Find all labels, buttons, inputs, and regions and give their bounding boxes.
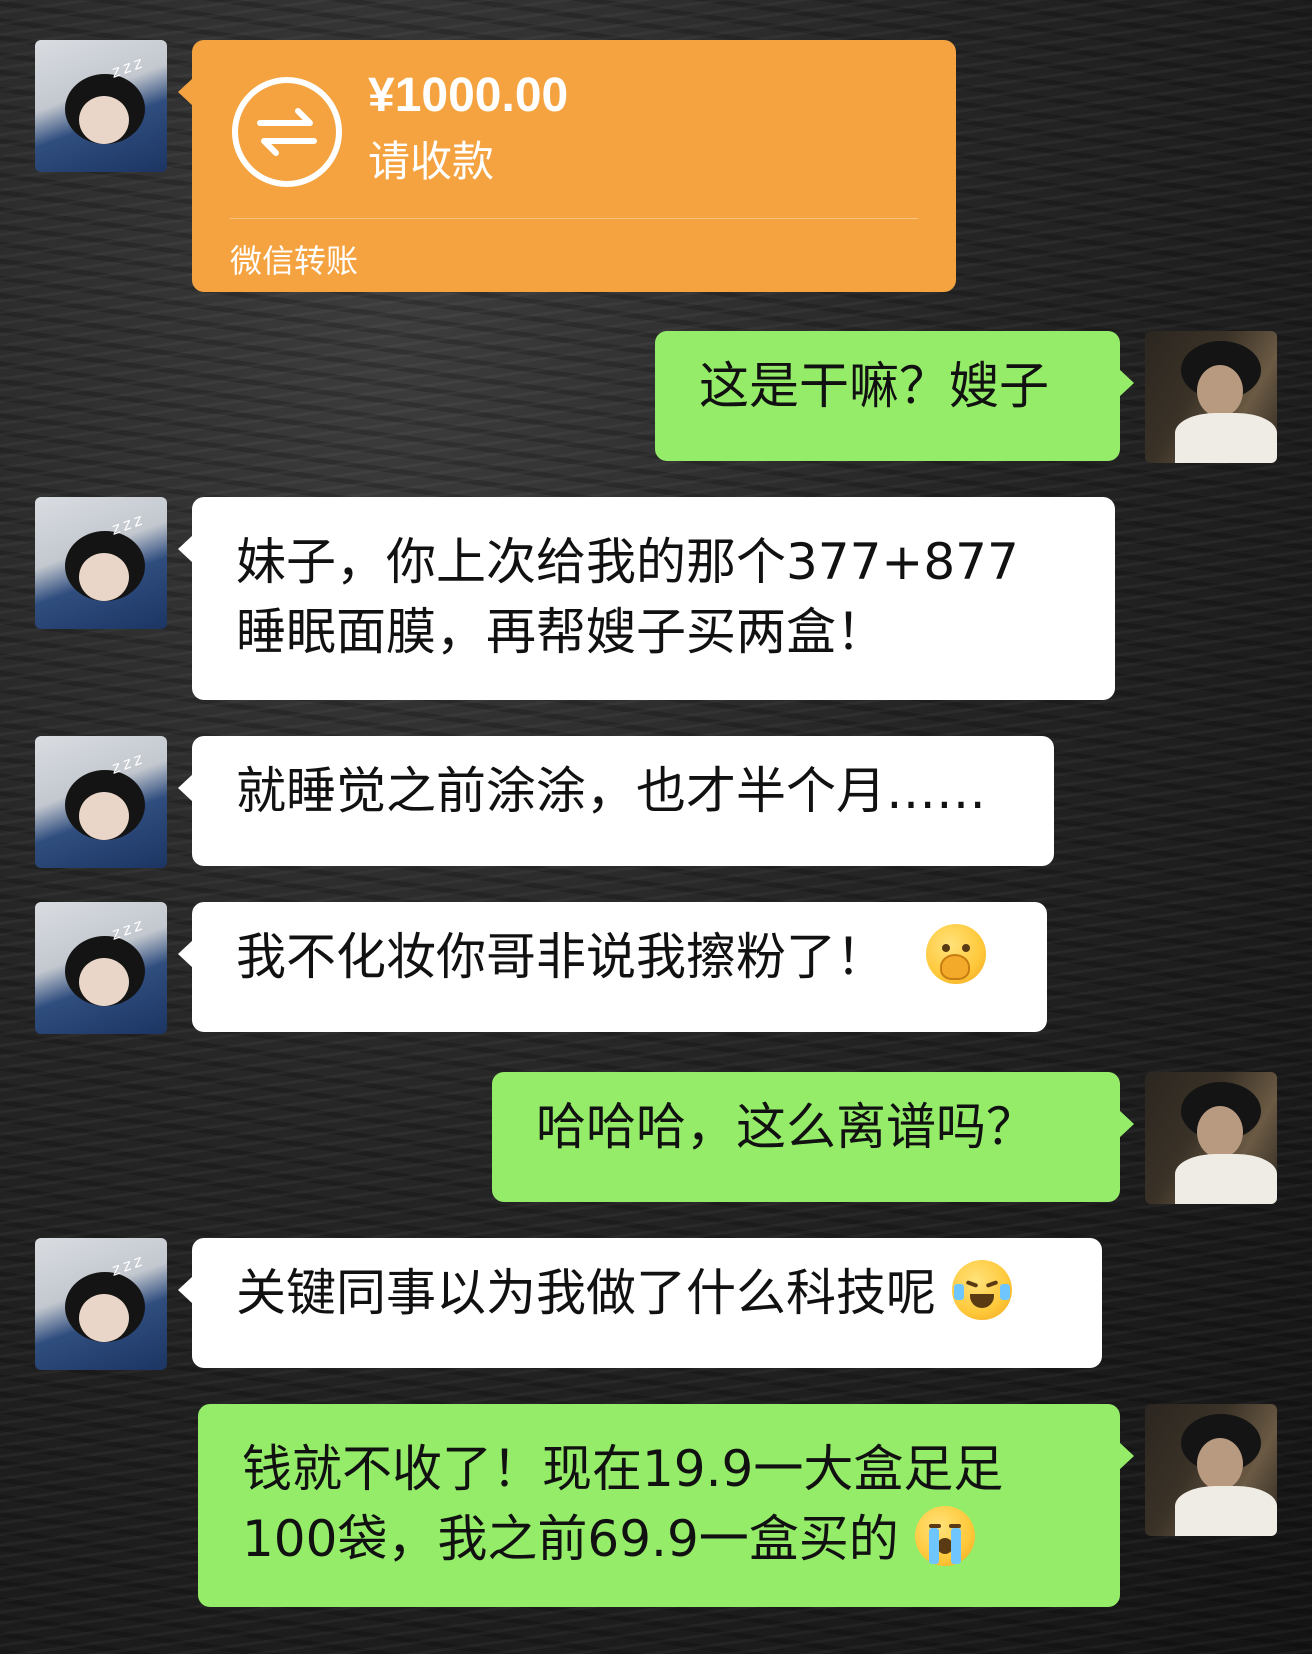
- message-text-line: 100袋，我之前69.9一盒买的: [242, 1510, 899, 1568]
- transfer-amount: ¥1000.00: [368, 69, 569, 122]
- avatar-face: [79, 96, 129, 144]
- message-text: 哈哈哈，这么离谱吗？: [536, 1098, 1036, 1156]
- message-text: 我不化妆你哥非说我擦粉了！: [236, 928, 886, 986]
- avatar-shirt: [1175, 1154, 1277, 1204]
- avatar-face: [79, 792, 129, 840]
- transfer-label: 微信转账: [230, 242, 359, 280]
- transfer-card[interactable]: ¥1000.00 请收款 微信转账: [178, 40, 956, 292]
- message-bubble-incoming[interactable]: 我不化妆你哥非说我擦粉了！: [178, 902, 1047, 1032]
- avatar-face: [1197, 1106, 1243, 1158]
- message-bubble-incoming[interactable]: 关键同事以为我做了什么科技呢: [178, 1238, 1102, 1368]
- avatar-face: [79, 1294, 129, 1342]
- avatar-face: [1197, 1438, 1243, 1490]
- avatar-her[interactable]: z z z: [35, 902, 167, 1034]
- chat-window: z z z ¥1000.00 请收款 微信转账 这是干嘛？嫂子 z z z 妹子…: [0, 0, 1312, 1654]
- avatar-her[interactable]: z z z: [35, 497, 167, 629]
- message-text: 关键同事以为我做了什么科技呢: [236, 1264, 936, 1322]
- message-bubble-incoming[interactable]: 就睡觉之前涂涂，也才半个月……: [178, 736, 1054, 866]
- message-text-line: 妹子，你上次给我的那个377+877: [236, 533, 1019, 591]
- message-bubble-outgoing[interactable]: 哈哈哈，这么离谱吗？: [492, 1072, 1134, 1202]
- zzz-icon: z z z: [108, 53, 144, 82]
- avatar-her[interactable]: z z z: [35, 736, 167, 868]
- zzz-icon: z z z: [108, 510, 144, 539]
- avatar-shirt: [1175, 1486, 1277, 1536]
- zzz-icon: z z z: [108, 749, 144, 778]
- avatar-shirt: [1175, 413, 1277, 463]
- transfer-divider: [230, 218, 918, 219]
- transfer-note: 请收款: [368, 137, 495, 186]
- avatar-me[interactable]: [1145, 331, 1277, 463]
- crying-laughing-emoji: [951, 1260, 1012, 1320]
- zzz-icon: z z z: [108, 1251, 144, 1280]
- message-bubble-outgoing[interactable]: 这是干嘛？嫂子: [655, 331, 1134, 461]
- avatar-face: [1197, 365, 1243, 417]
- message-bubble-incoming[interactable]: 妹子，你上次给我的那个377+877 睡眠面膜，再帮嫂子买两盒！: [178, 497, 1115, 700]
- message-bubble-outgoing[interactable]: 钱就不收了！现在19.9一大盒足足 100袋，我之前69.9一盒买的: [198, 1404, 1134, 1607]
- avatar-face: [79, 958, 129, 1006]
- avatar-her[interactable]: z z z: [35, 1238, 167, 1370]
- loudly-crying-emoji: [914, 1506, 975, 1566]
- avatar-face: [79, 553, 129, 601]
- avatar-her[interactable]: z z z: [35, 40, 167, 172]
- avatar-me[interactable]: [1145, 1404, 1277, 1536]
- message-text-line: 钱就不收了！现在19.9一大盒足足: [242, 1440, 1004, 1498]
- transfer-arrows-icon: [232, 77, 342, 187]
- message-text: 这是干嘛？嫂子: [699, 357, 1049, 415]
- message-text: 就睡觉之前涂涂，也才半个月……: [236, 762, 986, 820]
- covering-mouth-laugh-emoji: [925, 924, 986, 984]
- message-text-line: 睡眠面膜，再帮嫂子买两盒！: [236, 603, 886, 661]
- avatar-me[interactable]: [1145, 1072, 1277, 1204]
- zzz-icon: z z z: [108, 915, 144, 944]
